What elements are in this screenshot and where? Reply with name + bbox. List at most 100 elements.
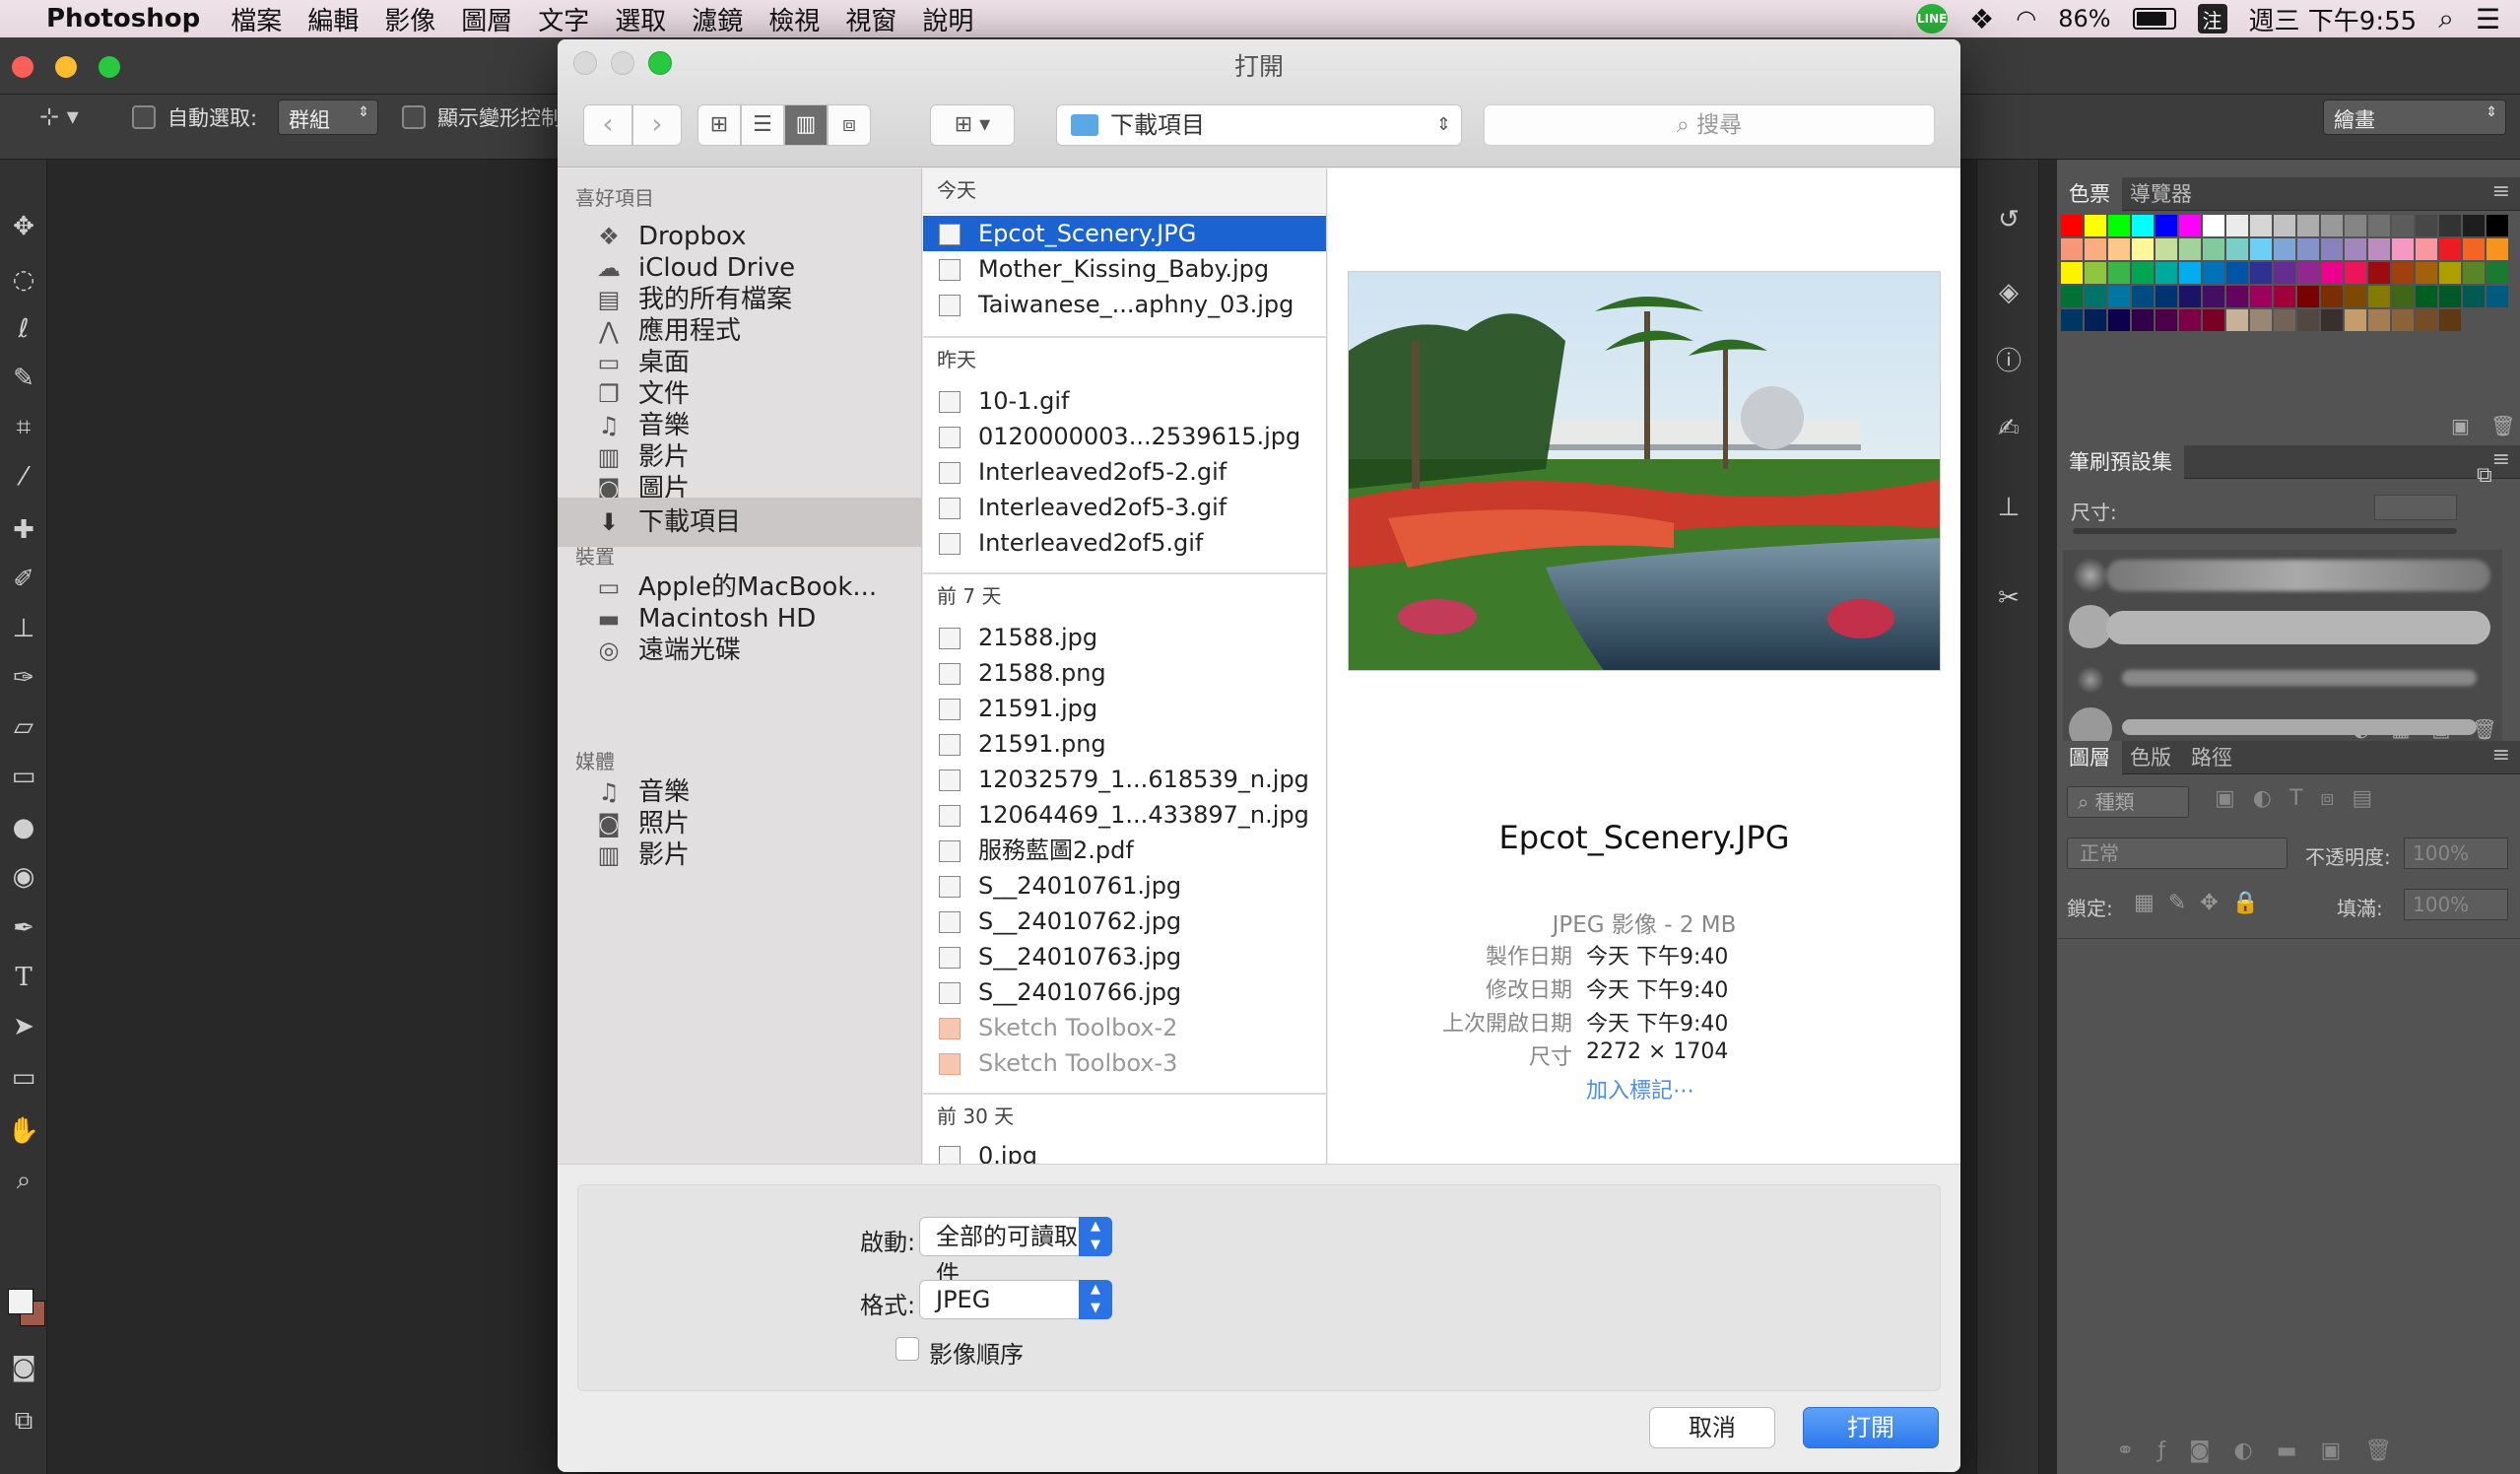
lock-icons[interactable]: ▦✎✥🔒 bbox=[2134, 891, 2273, 915]
color-swatch[interactable] bbox=[2085, 262, 2106, 284]
color-swatch[interactable] bbox=[2274, 215, 2295, 236]
color-swatch[interactable] bbox=[2226, 262, 2248, 284]
file-column[interactable]: 今天 Epcot_Scenery.JPG Mother_Kissing_Baby… bbox=[923, 168, 1327, 1164]
color-swatch[interactable] bbox=[2297, 215, 2319, 236]
color-swatch[interactable] bbox=[2463, 215, 2485, 236]
color-swatch[interactable] bbox=[2108, 262, 2130, 284]
screen-mode-icon[interactable]: ⧉ bbox=[6, 1403, 41, 1439]
file-row[interactable]: Taiwanese_...aphny_03.jpg bbox=[923, 287, 1326, 322]
battery-icon[interactable] bbox=[2132, 8, 2176, 30]
layers-list[interactable] bbox=[2057, 938, 2520, 1431]
dropbox-menu-icon[interactable]: ❖ bbox=[1969, 3, 1994, 35]
color-swatch[interactable] bbox=[2108, 238, 2130, 260]
color-swatch[interactable] bbox=[2463, 238, 2485, 260]
color-swatch[interactable] bbox=[2392, 286, 2414, 307]
color-swatch[interactable] bbox=[2487, 215, 2508, 236]
color-swatch[interactable] bbox=[2392, 215, 2414, 236]
color-swatch[interactable] bbox=[2203, 309, 2224, 331]
color-swatch[interactable] bbox=[2368, 262, 2390, 284]
file-row[interactable]: 10-1.gif bbox=[923, 383, 1326, 419]
panel-menu-icon[interactable]: ≡ bbox=[2492, 447, 2510, 472]
file-row[interactable]: S__24010761.jpg bbox=[923, 868, 1326, 904]
color-swatch[interactable] bbox=[2155, 309, 2177, 331]
file-row[interactable]: 21591.png bbox=[923, 726, 1326, 762]
color-swatch[interactable] bbox=[2250, 238, 2272, 260]
color-swatch[interactable] bbox=[2297, 262, 2319, 284]
color-swatch[interactable] bbox=[2487, 262, 2508, 284]
color-swatch[interactable] bbox=[2226, 215, 2248, 236]
auto-select-dropdown[interactable]: 群組 ⇕ bbox=[278, 100, 378, 135]
delete-swatch-icon[interactable]: 🗑 bbox=[2490, 414, 2515, 437]
show-transform-checkbox[interactable] bbox=[402, 105, 426, 129]
brush-panel-icon[interactable]: ✍ bbox=[1993, 414, 2024, 445]
color-swatch[interactable] bbox=[2179, 286, 2201, 307]
menu-edit[interactable]: 編輯 bbox=[295, 1, 371, 37]
color-swatch[interactable] bbox=[2297, 286, 2319, 307]
color-swatch[interactable] bbox=[2250, 309, 2272, 331]
gradient-tool-icon[interactable]: ▭ bbox=[6, 759, 41, 794]
color-swatch[interactable] bbox=[2203, 215, 2224, 236]
color-swatch[interactable] bbox=[2321, 286, 2343, 307]
zoom-tool-icon[interactable]: ⌕ bbox=[6, 1163, 41, 1198]
menu-layer[interactable]: 圖層 bbox=[448, 1, 525, 37]
auto-select-checkbox[interactable] bbox=[132, 105, 156, 129]
close-window-button[interactable] bbox=[12, 56, 33, 78]
lasso-tool-icon[interactable]: ℓ bbox=[6, 311, 41, 347]
color-swatch[interactable] bbox=[2345, 286, 2366, 307]
move-tool-preset-icon[interactable]: ⊹ ▾ bbox=[39, 102, 79, 130]
brush-size-field[interactable] bbox=[2374, 495, 2457, 520]
info-panel-icon[interactable]: ⓘ bbox=[1993, 341, 2024, 376]
color-swatch[interactable] bbox=[2416, 215, 2437, 236]
brush-panel-toggle-icon[interactable]: ⧉ bbox=[2477, 463, 2492, 488]
type-tool-icon[interactable]: T bbox=[6, 960, 41, 995]
file-row[interactable]: 12064469_1...433897_n.jpg bbox=[923, 797, 1326, 833]
swatch-grid[interactable] bbox=[2061, 215, 2514, 540]
format-dropdown[interactable]: JPEG ▲ ▼ bbox=[919, 1280, 1112, 1319]
color-swatch[interactable] bbox=[2439, 309, 2461, 331]
color-swatch[interactable] bbox=[2416, 262, 2437, 284]
tab-layers[interactable]: 圖層 bbox=[2057, 741, 2122, 774]
color-swatch[interactable] bbox=[2439, 286, 2461, 307]
3d-panel-icon[interactable]: ◈ bbox=[1993, 278, 2024, 309]
back-button[interactable]: ‹ bbox=[583, 104, 632, 146]
color-swatch[interactable] bbox=[2179, 309, 2201, 331]
menu-help[interactable]: 說明 bbox=[909, 1, 986, 37]
arrange-button[interactable]: ⊞ ▾ bbox=[930, 104, 1015, 146]
color-swatch[interactable] bbox=[2274, 286, 2295, 307]
color-swatch[interactable] bbox=[2345, 238, 2366, 260]
forward-button[interactable]: › bbox=[632, 104, 682, 146]
color-swatch[interactable] bbox=[2155, 238, 2177, 260]
tab-navigator[interactable]: 導覽器 bbox=[2118, 177, 2204, 211]
tab-channels[interactable]: 色版 bbox=[2118, 741, 2183, 774]
color-swatch[interactable] bbox=[2085, 286, 2106, 307]
color-swatch[interactable] bbox=[2439, 238, 2461, 260]
search-field[interactable]: ⌕ 搜尋 bbox=[1484, 104, 1935, 146]
color-swatch[interactable] bbox=[2226, 309, 2248, 331]
file-row[interactable]: 服務藍圖2.pdf bbox=[923, 833, 1326, 868]
color-swatch[interactable] bbox=[2463, 286, 2485, 307]
history-brush-tool-icon[interactable]: ✑ bbox=[6, 660, 41, 696]
panel-menu-icon[interactable]: ≡ bbox=[2492, 179, 2510, 204]
color-swatch[interactable] bbox=[2179, 215, 2201, 236]
brush-size-slider[interactable] bbox=[2073, 528, 2457, 534]
file-row[interactable]: 0.jpg bbox=[923, 1138, 1326, 1164]
clone-stamp-tool-icon[interactable]: ⊥ bbox=[6, 611, 41, 646]
color-swatch[interactable] bbox=[2321, 238, 2343, 260]
color-swatch[interactable] bbox=[2203, 286, 2224, 307]
file-row[interactable]: S__24010766.jpg bbox=[923, 974, 1326, 1010]
clone-source-panel-icon[interactable]: ⊥ bbox=[1993, 493, 2024, 524]
layer-filter-icons[interactable]: ▣◐T⧈▤ bbox=[2215, 786, 2390, 811]
image-sequence-checkbox[interactable] bbox=[895, 1337, 919, 1361]
eyedropper-tool-icon[interactable]: ⁄ bbox=[6, 459, 41, 495]
color-swatch[interactable] bbox=[2368, 215, 2390, 236]
eraser-tool-icon[interactable]: ▱ bbox=[6, 709, 41, 745]
color-swatch[interactable] bbox=[2392, 309, 2414, 331]
file-row[interactable]: Interleaved2of5.gif bbox=[923, 525, 1326, 561]
color-swatch[interactable] bbox=[2179, 238, 2201, 260]
color-swatch[interactable] bbox=[2108, 215, 2130, 236]
file-row[interactable]: S__24010762.jpg bbox=[923, 904, 1326, 939]
color-swatch[interactable] bbox=[2487, 238, 2508, 260]
color-swatch[interactable] bbox=[2274, 262, 2295, 284]
color-swatch[interactable] bbox=[2061, 262, 2083, 284]
add-tags-link[interactable]: 加入標記⋯ bbox=[1586, 1073, 1694, 1105]
